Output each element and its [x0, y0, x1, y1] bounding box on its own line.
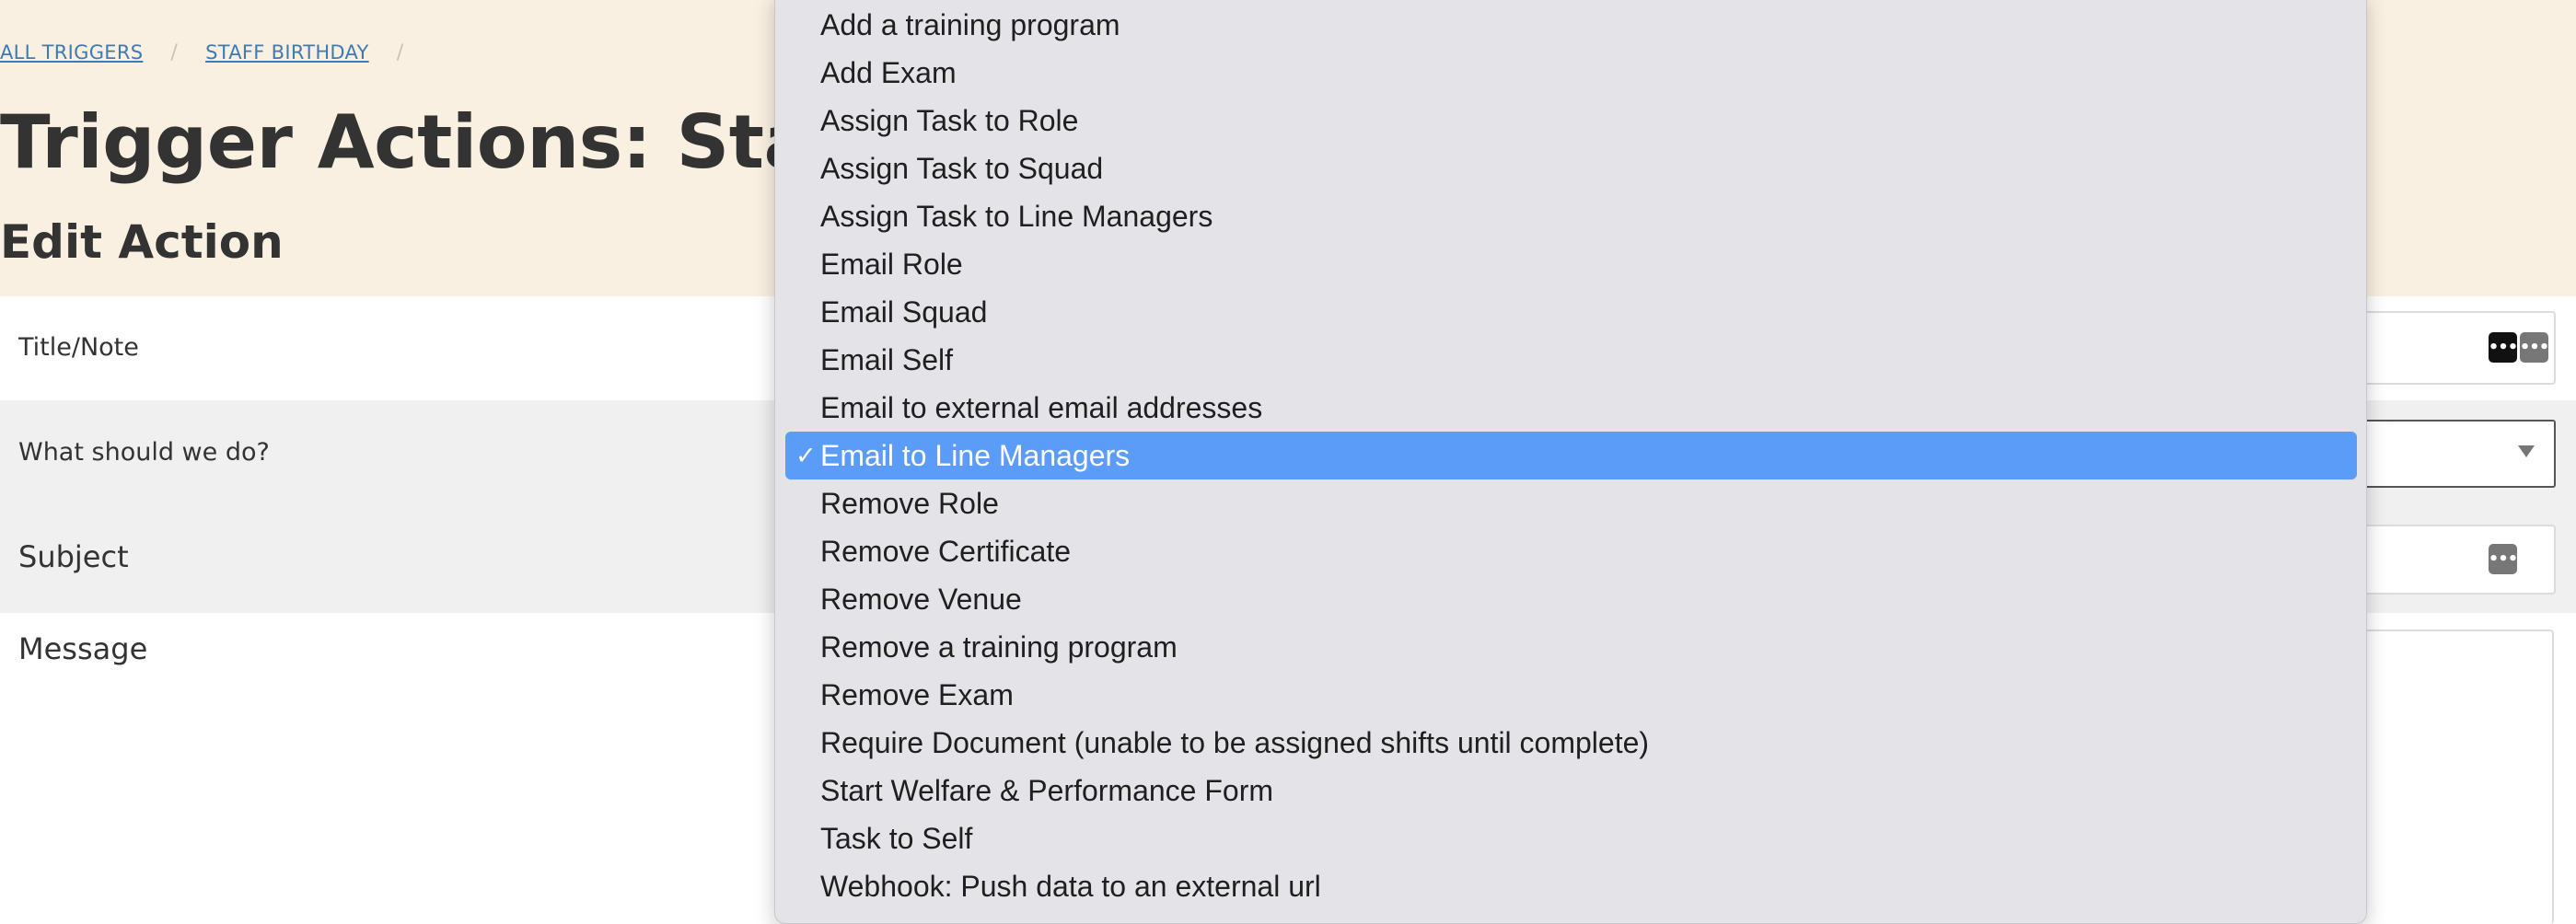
action-type-label: What should we do? — [18, 438, 270, 467]
dropdown-option-label: Task to Self — [820, 822, 973, 855]
dropdown-option-label: Email to external email addresses — [820, 391, 1263, 424]
action-type-dropdown[interactable]: Add a training program Add Exam Assign Tas… — [774, 0, 2367, 924]
dropdown-option-label: Remove Role — [820, 487, 999, 520]
dropdown-option[interactable]: Add Exam — [775, 49, 2366, 97]
dropdown-option[interactable]: Email Self — [775, 336, 2366, 384]
dropdown-option-label: Add a training program — [820, 8, 1120, 41]
dropdown-option[interactable]: Remove Venue — [775, 575, 2366, 623]
more-dots-icon[interactable]: ••• — [2489, 332, 2518, 363]
dropdown-options: Add a training program Add Exam Assign Tas… — [775, 1, 2366, 910]
section-title: Edit Action — [0, 215, 284, 269]
more-dots-icon[interactable]: ••• — [2489, 544, 2518, 574]
dropdown-option-label: Remove Exam — [820, 678, 1014, 711]
dropdown-option-label: Webhook: Push data to an external url — [820, 870, 1321, 903]
dropdown-option-label: Require Document (unable to be assigned … — [820, 726, 1650, 759]
dropdown-option-label: Email Self — [820, 343, 954, 376]
message-label: Message — [18, 631, 148, 666]
dropdown-option[interactable]: Email to external email addresses — [775, 384, 2366, 432]
dropdown-option-label: Email Squad — [820, 295, 988, 329]
dropdown-option[interactable]: Remove Role — [775, 479, 2366, 527]
dropdown-option[interactable]: Assign Task to Squad — [775, 144, 2366, 192]
breadcrumb-separator: / — [170, 40, 179, 64]
checkmark-icon: ✓ — [795, 442, 817, 469]
page: ALL TRIGGERS / STAFF BIRTHDAY / Trigger … — [0, 0, 2576, 924]
dropdown-option[interactable]: Task to Self — [775, 814, 2366, 862]
dropdown-option[interactable]: Remove a training program — [775, 623, 2366, 671]
dropdown-option-label: Email Role — [820, 248, 963, 281]
breadcrumb-link-all-triggers[interactable]: ALL TRIGGERS — [0, 41, 143, 64]
dropdown-option-label: Start Welfare & Performance Form — [820, 774, 1273, 807]
dropdown-option[interactable]: Email Squad — [775, 288, 2366, 336]
title-note-label: Title/Note — [18, 333, 139, 362]
dropdown-option[interactable]: Add a training program — [775, 1, 2366, 49]
dropdown-option[interactable]: Start Welfare & Performance Form — [775, 767, 2366, 814]
dropdown-option-label: Remove a training program — [820, 630, 1178, 664]
subject-label: Subject — [18, 539, 129, 574]
dropdown-option[interactable]: Require Document (unable to be assigned … — [775, 719, 2366, 767]
dropdown-option[interactable]: Remove Exam — [775, 671, 2366, 719]
dropdown-option-label: Assign Task to Role — [820, 104, 1079, 137]
dropdown-option[interactable]: Assign Task to Role — [775, 97, 2366, 144]
dropdown-option[interactable]: Webhook: Push data to an external url — [775, 862, 2366, 910]
breadcrumb-separator: / — [396, 40, 404, 64]
breadcrumb: ALL TRIGGERS / STAFF BIRTHDAY / — [0, 39, 431, 66]
dropdown-option-label: Email to Line Managers — [820, 439, 1131, 472]
dropdown-option-label: Assign Task to Squad — [820, 152, 1104, 185]
dropdown-option[interactable]: ✓ Email to Line Managers — [785, 432, 2357, 479]
dropdown-option[interactable]: Assign Task to Line Managers — [775, 192, 2366, 240]
more-dots-icon[interactable]: ••• — [2520, 332, 2549, 363]
dropdown-option-label: Assign Task to Line Managers — [820, 200, 1213, 233]
dropdown-option[interactable]: Remove Certificate — [775, 527, 2366, 575]
dropdown-option-label: Remove Venue — [820, 583, 1022, 616]
dropdown-option-label: Add Exam — [820, 56, 957, 89]
dropdown-option-label: Remove Certificate — [820, 535, 1072, 568]
breadcrumb-link-staff-birthday[interactable]: STAFF BIRTHDAY — [205, 41, 369, 64]
dropdown-option[interactable]: Email Role — [775, 240, 2366, 288]
chevron-down-icon[interactable] — [2518, 445, 2535, 457]
